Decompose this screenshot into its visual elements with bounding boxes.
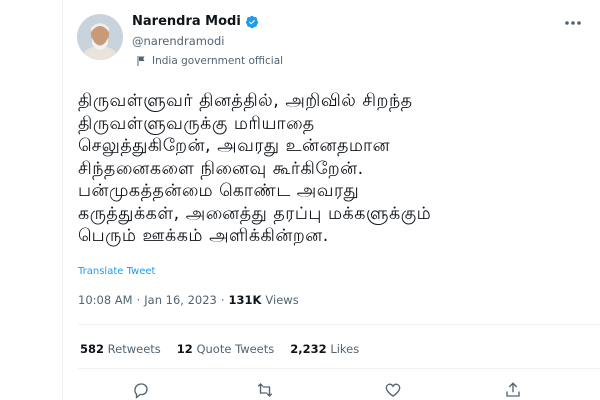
more-icon: [565, 21, 581, 25]
divider: [78, 324, 600, 325]
likes-stat[interactable]: 2,232 Likes: [290, 342, 359, 356]
flag-icon: [137, 56, 145, 66]
heart-icon: [385, 383, 401, 397]
meta-separator: ·: [220, 293, 225, 307]
retweet-icon: [257, 383, 273, 397]
quotes-label: Quote Tweets: [196, 342, 275, 356]
views-label: Views: [265, 293, 299, 307]
tweet-date[interactable]: Jan 16, 2023: [144, 293, 217, 307]
tweet-text-line: திருவள்ளுவருக்கு மரியாதை: [78, 113, 315, 134]
tweet-text-line: சிந்தனைகளை நினைவு கூர்கிறேன்.: [78, 158, 364, 179]
tweet-meta: 10:08 AM · Jan 16, 2023 · 131K Views: [78, 293, 299, 307]
avatar[interactable]: [77, 14, 123, 60]
likes-label: Likes: [330, 342, 360, 356]
retweets-label: Retweets: [107, 342, 161, 356]
retweets-count: 582: [80, 342, 105, 356]
share-button[interactable]: [502, 380, 524, 400]
avatar-image: [77, 14, 123, 60]
tweet-text-line: செலுத்துகிறேன், அவரது உன்னதமான: [78, 136, 391, 156]
reply-icon: [134, 383, 148, 399]
tweet-text-line: திருவள்ளுவர் தினத்தில், அறிவில் சிறந்த: [78, 91, 413, 111]
more-options-button[interactable]: [560, 12, 586, 34]
retweets-stat[interactable]: 582 Retweets: [80, 342, 161, 356]
action-bar: [78, 380, 578, 400]
share-icon: [506, 382, 520, 397]
quotes-count: 12: [176, 342, 193, 356]
government-label[interactable]: India government official: [135, 55, 283, 67]
like-button[interactable]: [382, 380, 404, 400]
tweet-time[interactable]: 10:08 AM: [78, 293, 133, 307]
likes-count: 2,232: [290, 342, 327, 356]
quote-tweets-stat[interactable]: 12 Quote Tweets: [177, 342, 274, 356]
tweet-stats: 582 Retweets 12 Quote Tweets 2,232 Likes: [80, 342, 359, 356]
author-handle[interactable]: @narendramodi: [132, 34, 224, 48]
tweet-text-line: பன்முகத்தன்மை கொண்ட அவரது: [78, 181, 360, 201]
tweet-text-line: பெரும் ஊக்கம் அளிக்கின்றன.: [78, 226, 329, 246]
divider: [78, 368, 600, 369]
author-name-row[interactable]: Narendra Modi: [132, 14, 259, 29]
reply-button[interactable]: [130, 380, 152, 400]
views-count: 131K: [228, 293, 262, 307]
tweet-text-line: கருத்துக்கள், அனைத்து தரப்பு மக்களுக்கும…: [78, 203, 432, 224]
government-label-text: India government official: [152, 55, 284, 67]
author-name[interactable]: Narendra Modi: [132, 14, 241, 29]
tweet-text: திருவள்ளுவர் தினத்தில், அறிவில் சிறந்த த…: [78, 90, 578, 248]
translate-tweet-link[interactable]: Translate Tweet: [78, 266, 155, 277]
retweet-button[interactable]: [254, 380, 276, 400]
meta-separator: ·: [136, 293, 141, 307]
verified-badge-icon: [245, 15, 258, 28]
